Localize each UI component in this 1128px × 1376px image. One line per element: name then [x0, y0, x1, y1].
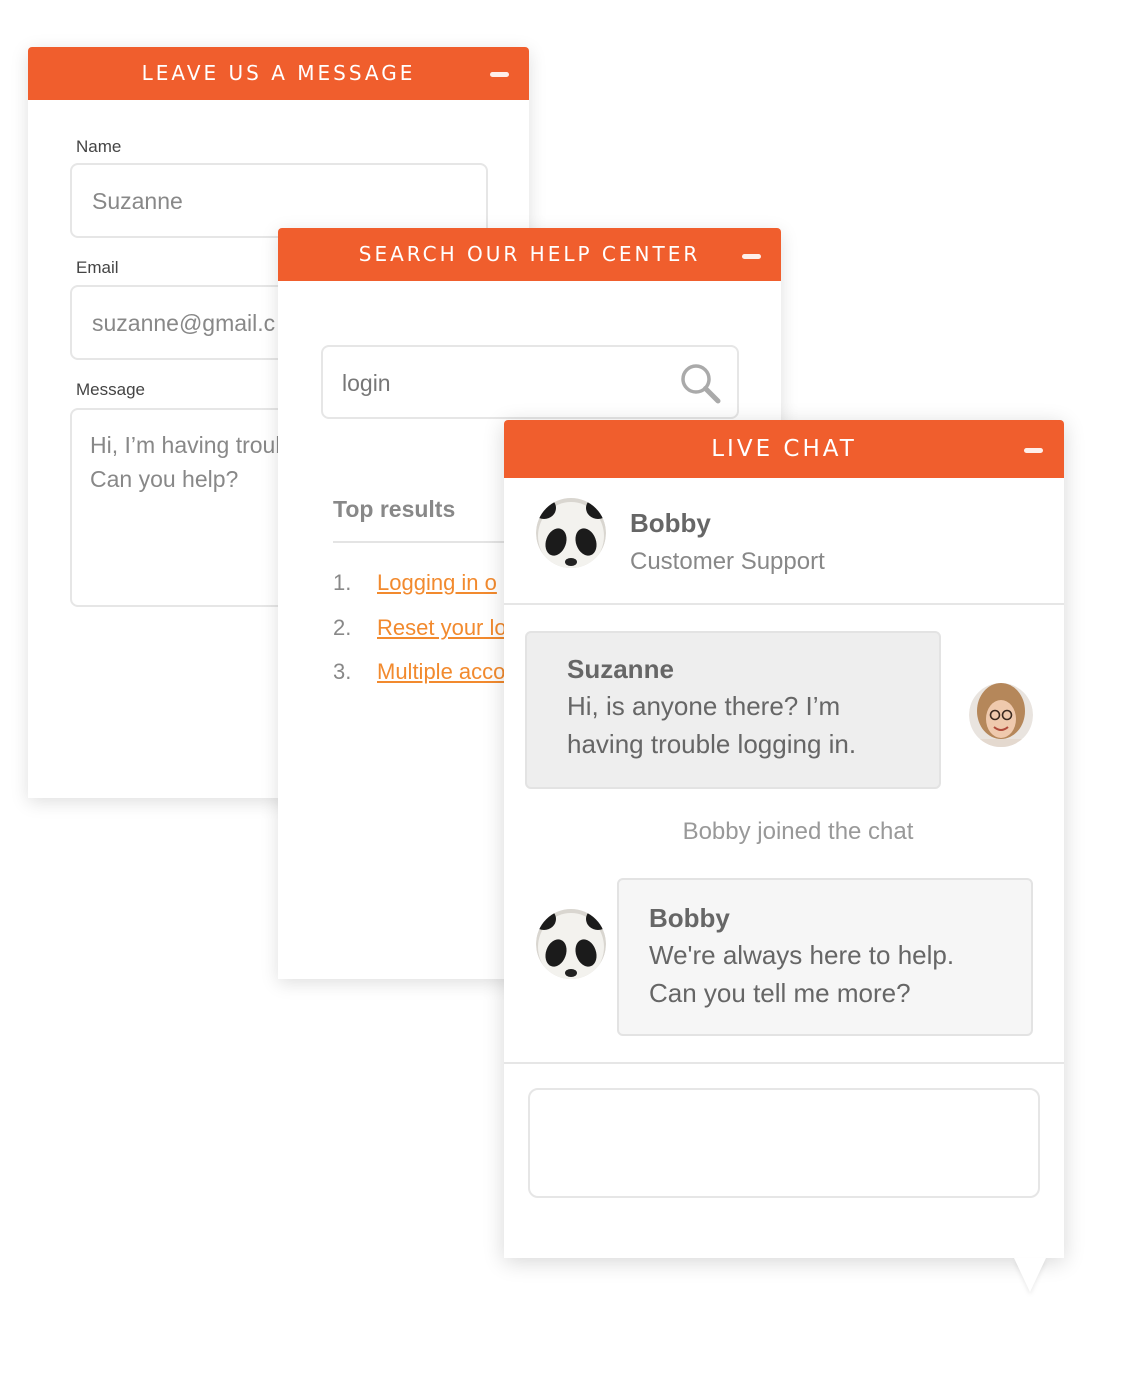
result-link[interactable]: Multiple acco — [377, 659, 505, 684]
name-input[interactable]: Suzanne — [70, 163, 488, 238]
name-label: Name — [76, 137, 122, 156]
help-center-header[interactable]: SEARCH OUR HELP CENTER — [278, 228, 781, 281]
result-item: 1. Logging in o — [333, 570, 497, 596]
leave-message-title: LEAVE US A MESSAGE — [141, 61, 416, 85]
top-results-heading: Top results — [333, 496, 456, 522]
result-number: 2. — [333, 615, 352, 640]
result-number: 1. — [333, 570, 352, 595]
system-message: Bobby joined the chat — [504, 818, 1036, 846]
message-text: We're always here to help. Can you tell … — [649, 940, 955, 1008]
message-sender: Suzanne — [567, 654, 674, 684]
agent-avatar — [536, 498, 606, 568]
live-chat-panel: LIVE CHAT Bobby Customer Support Suzanne… — [504, 420, 1064, 1292]
message-text: Hi, is anyone there? I’m having trouble … — [567, 691, 857, 759]
search-icon[interactable] — [679, 362, 721, 404]
minimize-icon[interactable] — [742, 254, 761, 259]
result-item: 2. Reset your lo — [333, 615, 507, 641]
message-bubble: Bobby We're always here to help. Can you… — [617, 878, 1033, 1036]
system-message-text: Bobby joined the chat — [682, 818, 914, 845]
message-sender: Bobby — [649, 903, 730, 933]
search-query: login — [342, 370, 391, 396]
search-input[interactable]: login — [321, 345, 739, 419]
result-item: 3. Multiple acco — [333, 659, 505, 685]
result-link[interactable]: Logging in o — [377, 570, 497, 595]
agent-avatar — [536, 909, 606, 979]
live-chat-header[interactable]: LIVE CHAT — [504, 420, 1064, 478]
email-label: Email — [76, 258, 119, 277]
help-center-title: SEARCH OUR HELP CENTER — [358, 242, 701, 266]
message-bubble: Suzanne Hi, is anyone there? I’m having … — [525, 631, 941, 789]
live-chat-title: LIVE CHAT — [711, 436, 857, 462]
minimize-icon[interactable] — [1024, 448, 1043, 453]
agent-name: Bobby — [630, 508, 711, 538]
divider — [504, 1062, 1064, 1064]
chat-pointer — [1014, 1258, 1046, 1292]
message-label: Message — [76, 380, 145, 399]
minimize-icon[interactable] — [490, 72, 509, 77]
leave-message-header[interactable]: LEAVE US A MESSAGE — [28, 47, 529, 100]
user-avatar — [969, 683, 1033, 747]
agent-role: Customer Support — [630, 548, 825, 575]
result-link[interactable]: Reset your lo — [377, 615, 507, 640]
chat-input[interactable] — [528, 1088, 1040, 1198]
result-number: 3. — [333, 659, 352, 684]
divider — [504, 603, 1064, 605]
